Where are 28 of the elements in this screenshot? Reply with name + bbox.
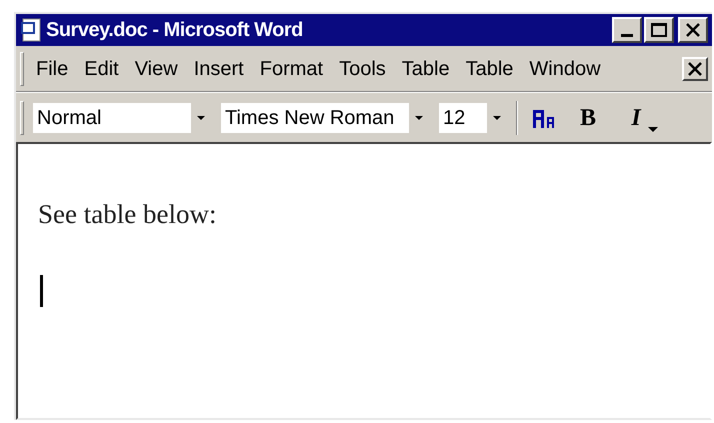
caret-icon xyxy=(648,126,658,132)
dropdown-arrow-icon xyxy=(493,116,501,120)
document-text: See table below: xyxy=(38,198,218,231)
minimize-button[interactable] xyxy=(612,17,642,43)
menu-item[interactable]: Window xyxy=(525,54,605,84)
dropdown-arrow-icon xyxy=(415,116,423,120)
menu-item[interactable]: Tools xyxy=(335,54,390,84)
italic-button[interactable]: I xyxy=(614,102,658,134)
close-button[interactable] xyxy=(678,17,708,43)
menu-item[interactable]: Format xyxy=(256,54,328,84)
dropdown-arrow-icon xyxy=(197,116,205,120)
menu-item[interactable]: Table xyxy=(462,54,518,84)
document-icon xyxy=(20,18,42,42)
bold-button[interactable]: B xyxy=(570,102,606,134)
menu-item[interactable]: File xyxy=(32,54,72,84)
window-title: Survey.doc - Microsoft Word xyxy=(46,18,303,43)
close-icon xyxy=(688,62,702,76)
menu-item[interactable]: Table xyxy=(398,54,454,84)
close-icon xyxy=(686,23,700,37)
font-dropdown[interactable]: Times New Roman xyxy=(220,102,430,134)
close-document-button[interactable] xyxy=(682,56,708,80)
menu-item[interactable]: View xyxy=(130,54,182,84)
menu-item[interactable]: Insert xyxy=(190,54,248,84)
font-size-dropdown[interactable]: 12 xyxy=(438,102,508,134)
maximize-button[interactable] xyxy=(644,17,674,43)
style-dropdown[interactable]: Normal xyxy=(32,102,212,134)
text-cursor xyxy=(40,274,43,306)
menu-item[interactable]: Edit xyxy=(80,54,123,84)
